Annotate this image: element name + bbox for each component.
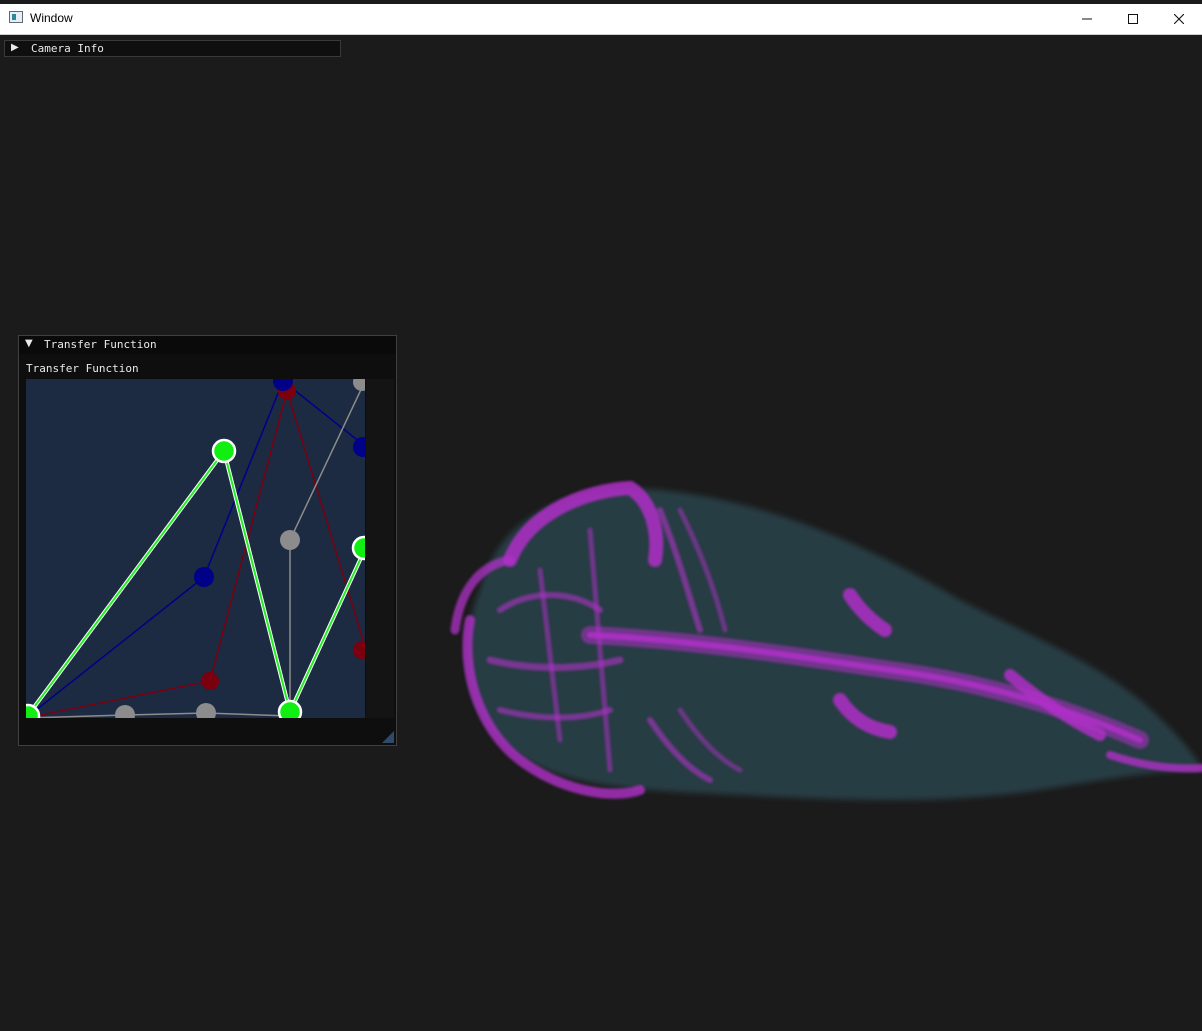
blue-control-point[interactable] (353, 437, 365, 457)
maximize-button[interactable] (1110, 4, 1156, 34)
maximize-icon (1128, 14, 1138, 24)
camera-info-label: Camera Info (31, 42, 104, 55)
window-title: Window (30, 11, 73, 25)
green-control-point[interactable] (277, 699, 303, 718)
expand-arrow-icon: ▶ (11, 42, 19, 53)
green-control-point[interactable] (26, 703, 41, 718)
close-button[interactable] (1156, 4, 1202, 34)
alpha-control-point[interactable] (353, 379, 365, 391)
blue-channel-line (26, 379, 365, 718)
transfer-function-scroll-area[interactable] (366, 379, 394, 718)
minimize-button[interactable] (1064, 4, 1110, 34)
camera-info-header[interactable]: ▶ Camera Info (4, 40, 341, 57)
soft-tissue-volume (466, 488, 1202, 800)
red-control-point[interactable] (353, 641, 365, 659)
collapse-arrow-icon: ▼ (25, 338, 33, 349)
resize-grip-icon[interactable] (382, 731, 394, 743)
red-channel-line (26, 388, 365, 718)
green-control-point[interactable] (211, 438, 237, 464)
minimize-icon (1082, 18, 1092, 20)
transfer-function-editor[interactable] (26, 379, 365, 718)
transfer-function-graph[interactable] (26, 379, 365, 718)
close-icon (1174, 14, 1184, 24)
alpha-control-point[interactable] (280, 530, 300, 550)
transfer-function-title: Transfer Function (44, 338, 157, 351)
transfer-function-window[interactable]: ▼ Transfer Function Transfer Function (18, 335, 397, 746)
green-control-point[interactable] (351, 535, 365, 561)
transfer-function-header[interactable]: ▼ Transfer Function (19, 336, 396, 354)
transfer-function-widget-label: Transfer Function (26, 362, 139, 375)
red-control-point[interactable] (201, 672, 219, 690)
alpha-control-point[interactable] (196, 703, 216, 718)
alpha-channel-line (26, 379, 365, 718)
window-title-bar[interactable]: Window (0, 4, 1202, 35)
app-icon (9, 11, 23, 23)
blue-control-point[interactable] (194, 567, 214, 587)
alpha-control-point[interactable] (115, 705, 135, 718)
volume-render-viewport[interactable] (440, 470, 1202, 810)
